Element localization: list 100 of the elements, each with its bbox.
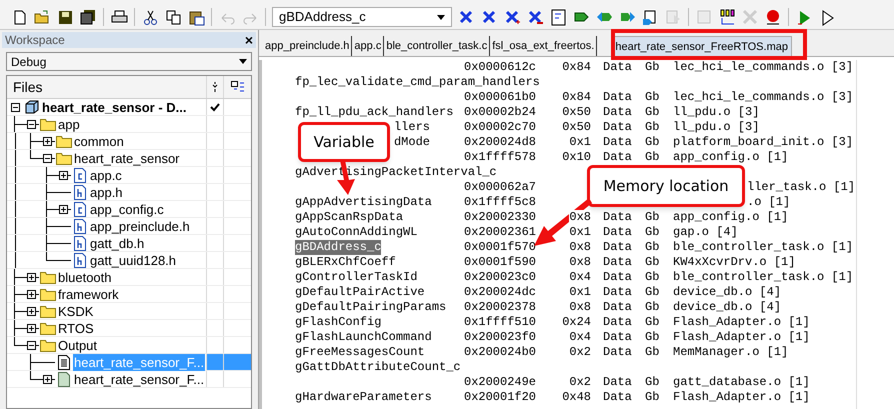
binding-text: Gb [645,60,660,74]
object-file-text: KW4xXcvrDrv.o [1] [673,255,796,269]
file-icon [74,236,86,250]
address-text: 0x00002c70 [464,120,536,134]
object-file-text: gap.o [4] [673,225,738,239]
tree-item[interactable]: gatt_uuid128.h [89,252,178,268]
tree-item[interactable]: app [57,116,81,132]
symbol-name: gDefaultPairingParams [295,300,446,315]
expand-icon[interactable] [58,204,68,214]
address-text: 0x20002330 [464,210,536,224]
tree-item[interactable]: KSDK [57,302,94,320]
address-text: 0x200023f0 [464,330,536,344]
configuration-dropdown[interactable]: Debug [6,52,252,71]
address-text: 0x200024b0 [464,345,536,359]
dropdown-caret-icon[interactable] [437,14,445,20]
tree-item[interactable]: app_config.c [89,200,165,218]
type-text: Data [603,255,632,269]
object-file-text: platform_board_init.o [3] [673,135,854,149]
folder-icon [56,134,72,148]
address-text: 0x1ffff510 [464,315,536,329]
collapse-icon[interactable] [42,154,52,162]
folder-icon [40,322,56,334]
callout-text: Memory location [603,176,729,197]
symbol-name: fp_lec_validate_cmd_param_handlers [295,75,540,90]
object-file-text: lec_hci_le_commands.o [3] [673,60,854,74]
expand-icon[interactable] [42,136,52,146]
type-text: Data [603,375,632,389]
object-file-text: app_config.o [1] [673,210,788,224]
dropdown-caret-icon[interactable] [239,59,247,64]
collapse-icon[interactable] [26,340,36,350]
type-text: Data [603,90,632,104]
tree-item[interactable]: Output [57,336,98,354]
type-text: Data [603,210,632,224]
tree-item[interactable]: framework [57,286,120,302]
type-text: Data [603,285,632,299]
type-text: Data [603,300,632,314]
tree-item[interactable]: app.h [89,184,124,200]
close-button[interactable]: × [244,33,253,47]
folder-icon [40,270,56,284]
symbol-name: gControllerTaskId [295,270,418,285]
type-text: Data [603,105,632,119]
expand-icon[interactable] [42,374,52,384]
tree-item[interactable]: app_preinclude.h [89,218,191,234]
tree-item[interactable]: app.c [89,166,123,184]
address-text: 0x200023c0 [464,270,536,284]
object-file-text: gatt_database.o [1] [673,375,810,389]
file-icon [58,372,70,386]
binding-text: Gb [645,240,660,254]
address-text: 0x200024dc [464,285,536,299]
tree-item[interactable]: RTOS [57,320,95,336]
tree-item[interactable]: heart_rate_sensor - D... [41,98,188,116]
symbol-name: fp_ll_pdu_ack_handlers [295,105,454,120]
binding-text: Gb [645,90,660,104]
tree-item[interactable]: bluetooth [57,268,112,286]
tree-item[interactable]: gatt_db.h [89,234,146,252]
binding-text: Gb [645,150,660,164]
expand-icon[interactable] [26,290,36,298]
file-icon [74,252,86,268]
address-text: 0x0000612c [464,60,536,74]
binding-text: Gb [645,135,660,149]
folder-icon [40,304,56,318]
file-icon [74,184,86,200]
expand-icon[interactable] [26,324,36,332]
callout-text: Variable [314,132,374,153]
tree-item[interactable]: heart_rate_sensor [73,150,181,166]
symbol-combo-box[interactable]: gBDAddress_c [272,7,452,27]
symbol-name: gBDAddress_c [295,240,382,255]
binding-text: Gb [645,255,660,269]
expand-icon[interactable] [26,306,36,316]
binding-text: Gb [645,270,660,284]
panel-title: Workspace [5,32,65,49]
type-text: Data [603,270,632,284]
symbol-name: gAppAdvertisingData [295,195,432,210]
address-text: 0x0001f590 [464,255,536,269]
expand-icon[interactable] [58,170,68,180]
file-icon [74,168,86,182]
collapse-icon[interactable] [10,102,20,112]
symbol-name: gFlashConfig [295,315,382,330]
type-text: Data [603,240,632,254]
type-text: Data [603,60,632,74]
symbol-name: gAutoConnAddingWL [295,225,418,240]
folder-icon [56,152,72,164]
address-text: 0x000062a7 [464,180,536,194]
address-text: 0x2000249e [464,375,536,389]
file-icon [74,218,86,234]
object-file-text: app_config.o [1] [673,150,788,164]
object-file-text: MemManager.o [1] [673,345,788,359]
symbol-name: gFreeMessagesCount [295,345,425,360]
address-text: 0x0001f570 [464,240,536,254]
object-file-text: ller_task.o [1] [747,180,856,194]
binding-text: Gb [645,105,660,119]
tree-item[interactable]: common [73,132,125,150]
object-file-text: device_db.o [4] [673,285,782,299]
expand-icon[interactable] [26,272,36,282]
tree-item[interactable]: heart_rate_sensor_F... [73,370,206,388]
symbol-name: llers [394,120,430,135]
binding-text: Gb [645,345,660,359]
collapse-icon[interactable] [26,120,36,128]
binding-text: Gb [645,225,660,239]
cube-icon [25,100,39,114]
